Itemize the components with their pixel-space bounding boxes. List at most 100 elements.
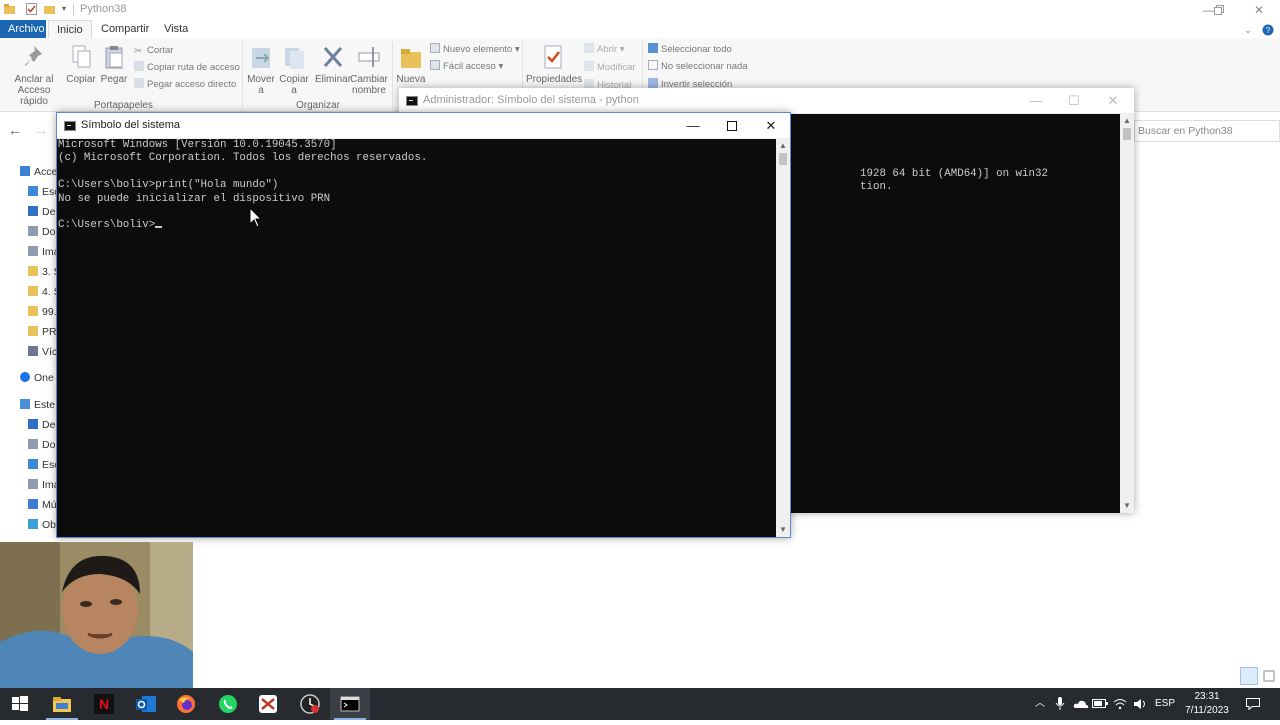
tab-vista[interactable]: Vista (156, 20, 196, 38)
invert-selection-button[interactable]: Invertir selección (648, 78, 732, 88)
help-icon[interactable]: ? (1258, 20, 1278, 40)
show-hidden-icons-icon[interactable]: ︿ (1032, 688, 1048, 720)
nav-item[interactable]: Do (28, 436, 55, 454)
edit-button[interactable]: Modificar (584, 61, 636, 75)
nav-item[interactable]: De (28, 416, 55, 434)
taskbar-firefox[interactable] (166, 688, 206, 720)
move-to-button[interactable]: Mover a (246, 44, 276, 96)
delete-button[interactable]: Eliminar (314, 44, 352, 85)
scrollbar[interactable]: ▲ ▼ (1120, 114, 1134, 513)
onedrive-cloud-icon[interactable] (1072, 688, 1090, 720)
nav-item-label: De (42, 206, 56, 218)
taskbar-file-explorer[interactable] (42, 688, 82, 720)
taskbar-app[interactable] (248, 688, 288, 720)
scroll-down-icon[interactable]: ▼ (776, 523, 790, 537)
easy-access-button[interactable]: Fácil acceso ▾ (430, 60, 503, 74)
nav-item[interactable]: Ob (28, 516, 56, 534)
new-folder-icon[interactable] (44, 3, 56, 15)
scroll-thumb[interactable] (1123, 128, 1131, 140)
scrollbar[interactable]: ▲ ▼ (776, 139, 790, 537)
console-title: Símbolo del sistema (81, 119, 181, 131)
nav-item[interactable]: Mú (28, 496, 57, 514)
copy-path-button[interactable]: Copiar ruta de acceso (134, 61, 240, 75)
select-all-button[interactable]: Seleccionar todo (648, 43, 732, 57)
star-icon (20, 166, 30, 176)
scroll-thumb[interactable] (779, 153, 787, 165)
search-input[interactable]: Buscar en Python38 (1134, 120, 1280, 142)
clock[interactable]: 23:31 7/11/2023 (1182, 690, 1232, 718)
nav-item[interactable]: PR (28, 323, 57, 341)
select-none-button[interactable]: No seleccionar nada (648, 60, 748, 74)
delete-x-icon (323, 47, 343, 67)
close-button[interactable]: ✕ (1240, 0, 1278, 20)
taskbar-clock-app[interactable] (290, 688, 330, 720)
nav-item[interactable]: One (20, 369, 54, 387)
maximize-button[interactable] (712, 113, 752, 139)
firefox-icon (177, 695, 195, 713)
nav-item[interactable]: Ima (28, 476, 60, 494)
start-button[interactable] (0, 688, 40, 720)
folder-icon (28, 306, 38, 316)
copy-to-button[interactable]: Copiar a (279, 44, 309, 96)
pin-quick-access-button[interactable]: Anclar al Acceso rápido (4, 44, 64, 107)
new-item-button[interactable]: Nuevo elemento ▾ (430, 43, 520, 57)
mouse-pointer-icon (249, 207, 263, 228)
maximize-button[interactable]: ☐ (1054, 88, 1094, 114)
console-window[interactable]: Símbolo del sistema — ✕ Microsoft Window… (56, 112, 791, 538)
nav-item[interactable]: Esc (28, 456, 60, 474)
volume-icon[interactable] (1132, 688, 1148, 720)
cut-button[interactable]: ✂ Cortar (134, 44, 173, 58)
maximize-button[interactable] (1200, 0, 1238, 20)
paste-button[interactable]: Pegar (98, 44, 130, 85)
notifications-icon[interactable] (1240, 688, 1266, 720)
properties-button[interactable]: Propiedades (526, 44, 582, 85)
nav-item[interactable]: Esc (28, 183, 60, 201)
console-prompt-line[interactable]: C:\Users\boliv> (58, 219, 776, 232)
microphone-icon[interactable] (1052, 688, 1068, 720)
close-button[interactable]: ✕ (1093, 88, 1133, 114)
properties-check-icon[interactable] (26, 3, 38, 15)
tab-inicio[interactable]: Inicio (48, 20, 92, 38)
nav-item[interactable]: Este (20, 396, 55, 414)
nav-item[interactable]: Do (28, 223, 55, 241)
large-icons-view-icon[interactable] (1260, 667, 1278, 685)
minimize-button[interactable]: — (673, 113, 713, 139)
taskbar-whatsapp[interactable] (208, 688, 248, 720)
taskbar-outlook[interactable] (126, 688, 166, 720)
paste-shortcut-button[interactable]: Pegar acceso directo (134, 78, 236, 92)
close-button[interactable]: ✕ (751, 113, 791, 139)
wifi-icon[interactable] (1112, 688, 1128, 720)
console-line: ​ (58, 166, 776, 179)
back-arrow-icon[interactable]: ← (8, 122, 22, 138)
copy-button[interactable]: Copiar (64, 44, 98, 85)
nav-item[interactable]: Acce (20, 163, 57, 181)
expand-ribbon-icon[interactable]: ⌄ (1238, 20, 1258, 40)
history-button[interactable]: Historial (584, 79, 631, 88)
console-output[interactable]: Microsoft Windows [Versión 10.0.19045.35… (57, 139, 776, 537)
file-explorer-icon (53, 697, 71, 712)
battery-icon[interactable] (1092, 688, 1108, 720)
tab-archivo[interactable]: Archivo (0, 20, 46, 38)
new-folder-button[interactable]: Nueva (396, 44, 426, 85)
console-titlebar[interactable]: Símbolo del sistema — ✕ (57, 113, 790, 139)
language-indicator[interactable]: ESP (1152, 688, 1178, 720)
minimize-button[interactable]: — (1016, 88, 1056, 114)
outlook-icon (136, 696, 156, 712)
admin-console-titlebar[interactable]: Administrador: Símbolo del sistema - pyt… (399, 88, 1134, 114)
rename-button[interactable]: Cambiar nombre (350, 44, 388, 96)
open-button[interactable]: Abrir ▾ (584, 43, 624, 57)
select-all-icon (648, 43, 658, 53)
forward-arrow-icon[interactable]: → (34, 122, 48, 138)
nav-item[interactable]: De (28, 203, 55, 221)
nav-item[interactable]: 99. (28, 303, 57, 321)
taskbar-command-prompt[interactable] (330, 688, 370, 720)
scroll-down-icon[interactable]: ▼ (1120, 499, 1134, 513)
nav-item[interactable]: Ima (28, 243, 60, 261)
tab-compartir[interactable]: Compartir (93, 20, 157, 38)
nav-item[interactable]: Víc (28, 343, 57, 361)
scroll-up-icon[interactable]: ▲ (1120, 114, 1134, 128)
details-view-icon[interactable] (1240, 667, 1258, 685)
scroll-up-icon[interactable]: ▲ (776, 139, 790, 153)
taskbar-netflix[interactable]: N (84, 688, 124, 720)
whatsapp-icon (219, 695, 237, 713)
